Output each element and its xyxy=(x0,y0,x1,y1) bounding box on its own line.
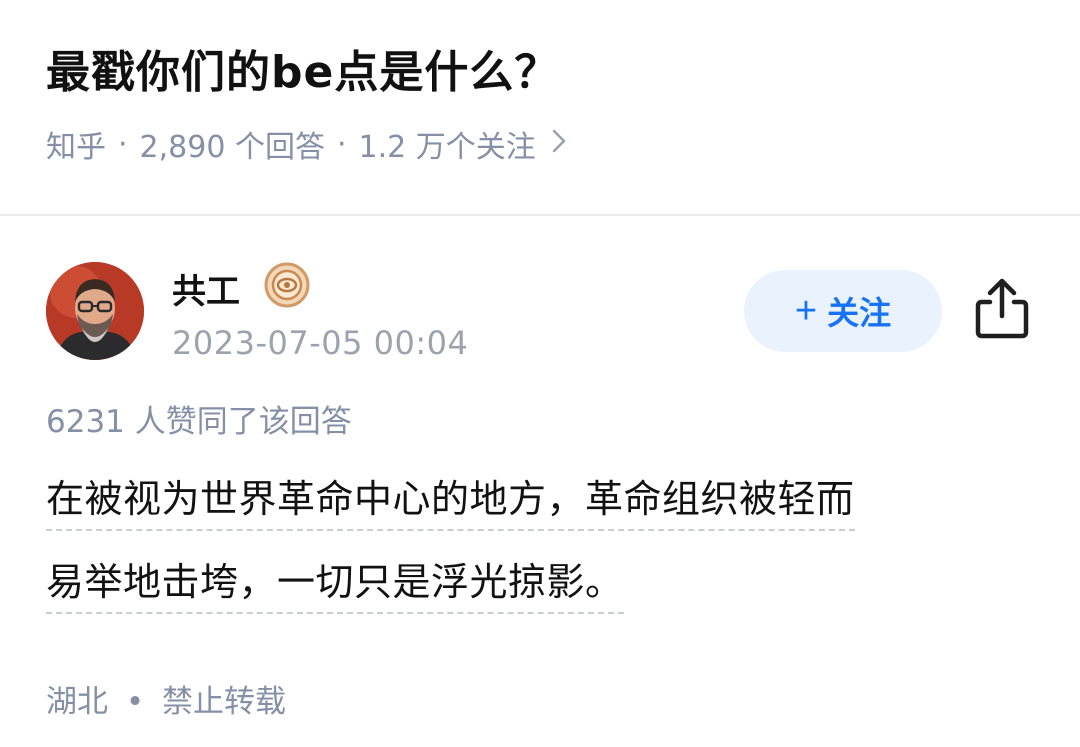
vote-count: 6231 人赞同了该回答 xyxy=(46,404,352,440)
source-label: 知乎 xyxy=(46,130,106,165)
share-icon[interactable] xyxy=(972,276,1032,340)
meta-separator: · xyxy=(118,126,128,162)
ip-location: 湖北 xyxy=(46,684,108,720)
author-name[interactable]: 共工 xyxy=(172,264,240,313)
copyright-notice: 禁止转载 xyxy=(162,684,287,720)
avatar[interactable] xyxy=(46,262,144,360)
footer-meta: 湖北 • 禁止转载 xyxy=(46,676,286,721)
answer-content[interactable]: 在被视为世界革命中心的地方，革命组织被轻而 易举地击垮，一切只是浮光掠影。 xyxy=(46,468,1036,634)
follow-label: 关注 xyxy=(827,295,892,331)
verified-badge-icon xyxy=(264,262,310,308)
answer-line: 在被视为世界革命中心的地方，革命组织被轻而 xyxy=(46,468,855,531)
plus-icon: + xyxy=(794,289,818,332)
post-time: 2023-07-05 00:04 xyxy=(172,324,469,362)
question-title[interactable]: 最戳你们的be点是什么？ xyxy=(46,36,559,100)
divider xyxy=(0,214,1080,216)
author-row: 共工 2023-07-05 00:04 + 关注 xyxy=(46,262,1036,372)
answer-line: 易举地击垮，一切只是浮光掠影。 xyxy=(46,551,624,614)
chevron-right-icon xyxy=(552,127,566,162)
answer-page: 最戳你们的be点是什么？ 知乎 · 2,890 个回答 · 1.2 万个关注 共… xyxy=(0,0,1080,747)
answer-count: 2,890 个回答 xyxy=(139,130,325,165)
meta-separator: · xyxy=(336,126,347,162)
follow-button[interactable]: + 关注 xyxy=(744,270,942,352)
footer-separator: • xyxy=(125,684,145,720)
follower-count: 1.2 万个关注 xyxy=(358,130,536,165)
question-meta[interactable]: 知乎 · 2,890 个回答 · 1.2 万个关注 xyxy=(46,122,566,166)
